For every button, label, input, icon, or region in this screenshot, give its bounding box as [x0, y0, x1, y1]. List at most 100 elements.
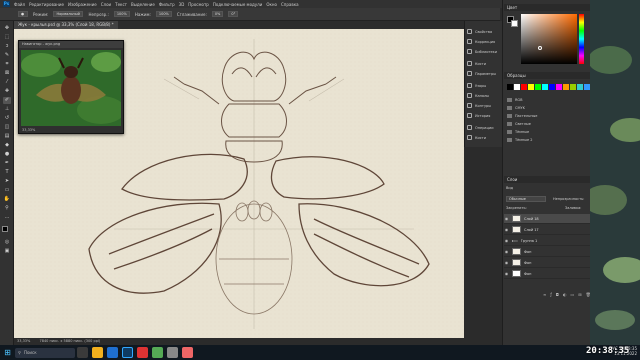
color-bg-swatch[interactable]: [511, 20, 518, 27]
swatch-group[interactable]: RGB: [507, 96, 523, 103]
eyedropper-tool-icon[interactable]: ⁄: [3, 79, 11, 86]
swatch-group[interactable]: Тёмные 2: [507, 136, 532, 143]
windows-start-icon[interactable]: ⊞: [2, 347, 13, 358]
menu-window[interactable]: Окно: [266, 2, 277, 7]
opacity-field[interactable]: 100%: [113, 11, 130, 17]
lasso-tool-icon[interactable]: ↄ: [3, 43, 11, 50]
panel-history[interactable]: История: [467, 111, 490, 120]
link-icon[interactable]: ∞: [543, 292, 546, 298]
swatch-1[interactable]: [514, 84, 520, 90]
swatch-8[interactable]: [563, 84, 569, 90]
visibility-eye-icon[interactable]: ◉: [504, 216, 509, 221]
new-layer-icon[interactable]: ⊞: [578, 292, 581, 298]
blend-mode-select[interactable]: Обычные: [506, 196, 546, 202]
gradient-tool-icon[interactable]: ▤: [3, 133, 11, 140]
visibility-eye-icon[interactable]: ◉: [504, 227, 509, 232]
panel-properties[interactable]: Свойства: [467, 27, 492, 36]
hand-tool-icon[interactable]: ✋: [3, 196, 11, 203]
panel-actions[interactable]: Операции: [467, 123, 494, 132]
panel-gradients[interactable]: Кисти: [467, 133, 486, 142]
panel-brush-settings[interactable]: Параметры: [467, 69, 496, 78]
swatch-0[interactable]: [507, 84, 513, 90]
foreground-color-swatch[interactable]: [2, 226, 8, 232]
swatch-group[interactable]: Тёмные: [507, 128, 529, 135]
document-tab[interactable]: Жук - крылья.psd @ 33,3% (Слой 18, RGB/8…: [14, 21, 118, 29]
angle-field[interactable]: 0°: [228, 11, 239, 17]
swatch-4[interactable]: [535, 84, 541, 90]
visibility-eye-icon[interactable]: ◉: [504, 238, 509, 243]
task-view-icon[interactable]: [77, 347, 88, 358]
panel-libraries[interactable]: Библиотеки: [467, 47, 497, 56]
swatch-3[interactable]: [528, 84, 534, 90]
app-icon-1[interactable]: [137, 347, 148, 358]
eraser-tool-icon[interactable]: ◫: [3, 124, 11, 131]
smoothing-field[interactable]: 0%: [211, 11, 224, 17]
menu-view[interactable]: Просмотр: [188, 2, 209, 7]
more-tools-icon[interactable]: …: [3, 214, 11, 221]
menu-edit[interactable]: Редактирование: [29, 2, 64, 7]
swatch-10[interactable]: [577, 84, 583, 90]
swatch-group[interactable]: CMYK: [507, 104, 525, 111]
menu-layers[interactable]: Слои: [101, 2, 111, 7]
swatch-group[interactable]: Пастельные: [507, 112, 537, 119]
screen-mode-icon[interactable]: ▣: [3, 248, 11, 255]
brush-tool-icon[interactable]: ✐: [3, 97, 11, 104]
pen-tool-icon[interactable]: ✒: [3, 160, 11, 167]
visibility-eye-icon[interactable]: ◉: [504, 260, 509, 265]
menu-file[interactable]: Файл: [14, 2, 25, 7]
visibility-eye-icon[interactable]: ◉: [504, 249, 509, 254]
crop-tool-icon[interactable]: ⌗: [3, 61, 11, 68]
move-tool-icon[interactable]: ✥: [3, 25, 11, 32]
panel-paths[interactable]: Контуры: [467, 101, 491, 110]
quick-mask-icon[interactable]: ◎: [3, 239, 11, 246]
color-picker-ring[interactable]: [538, 46, 542, 50]
swatch-9[interactable]: [570, 84, 576, 90]
quick-select-tool-icon[interactable]: ✎: [3, 52, 11, 59]
history-brush-tool-icon[interactable]: ↺: [3, 115, 11, 122]
color-field[interactable]: [521, 14, 577, 64]
menu-help[interactable]: Справка: [281, 2, 299, 7]
new-group-icon[interactable]: ▭: [570, 292, 574, 298]
menu-select[interactable]: Выделение: [131, 2, 155, 7]
healing-tool-icon[interactable]: ✚: [3, 88, 11, 95]
swatch-2[interactable]: [521, 84, 527, 90]
panel-channels[interactable]: Каналы: [467, 91, 489, 100]
app-icon-3[interactable]: [167, 347, 178, 358]
marquee-tool-icon[interactable]: ⬚: [3, 34, 11, 41]
visibility-eye-icon[interactable]: ◉: [504, 271, 509, 276]
mask-icon[interactable]: ◘: [556, 292, 559, 298]
shape-tool-icon[interactable]: ▭: [3, 187, 11, 194]
app-icon-2[interactable]: [152, 347, 163, 358]
menu-image[interactable]: Изображение: [68, 2, 97, 7]
panel-brushes[interactable]: Кисти: [467, 59, 486, 68]
zoom-tool-icon[interactable]: ⚲: [3, 205, 11, 212]
path-select-tool-icon[interactable]: ➤: [3, 178, 11, 185]
menu-plugins[interactable]: Подключаемые модули: [213, 2, 263, 7]
fx-icon[interactable]: ƒ: [550, 292, 551, 298]
frame-tool-icon[interactable]: ⊠: [3, 70, 11, 77]
explorer-icon[interactable]: [92, 347, 103, 358]
swatch-6[interactable]: [549, 84, 555, 90]
menu-filter[interactable]: Фильтр: [159, 2, 175, 7]
panel-styles[interactable]: Узоры: [467, 81, 486, 90]
dodge-tool-icon[interactable]: ●: [3, 151, 11, 158]
taskbar-search[interactable]: ⚲ Поиск: [15, 347, 75, 358]
type-tool-icon[interactable]: T: [3, 169, 11, 176]
flow-field[interactable]: 100%: [155, 11, 172, 17]
blur-tool-icon[interactable]: ◆: [3, 142, 11, 149]
reference-window-title[interactable]: Навигатор - жук.png: [19, 41, 123, 48]
mode-select[interactable]: Нормальный: [53, 11, 84, 17]
hue-slider[interactable]: [579, 14, 584, 64]
adjustment-icon[interactable]: ◐: [563, 292, 567, 298]
brush-preset-picker[interactable]: ●: [18, 11, 28, 17]
swatch-group[interactable]: Светлые: [507, 120, 531, 127]
swatch-7[interactable]: [556, 84, 562, 90]
panel-corrections[interactable]: Коррекция: [467, 37, 495, 46]
stamp-tool-icon[interactable]: ⊥: [3, 106, 11, 113]
swatch-5[interactable]: [542, 84, 548, 90]
menu-text[interactable]: Текст: [115, 2, 127, 7]
browser-icon[interactable]: [107, 347, 118, 358]
photoshop-taskbar-icon[interactable]: [122, 347, 133, 358]
menu-3d[interactable]: 3D: [179, 2, 185, 7]
reference-window[interactable]: Навигатор - жук.png 33,33%: [18, 40, 124, 134]
